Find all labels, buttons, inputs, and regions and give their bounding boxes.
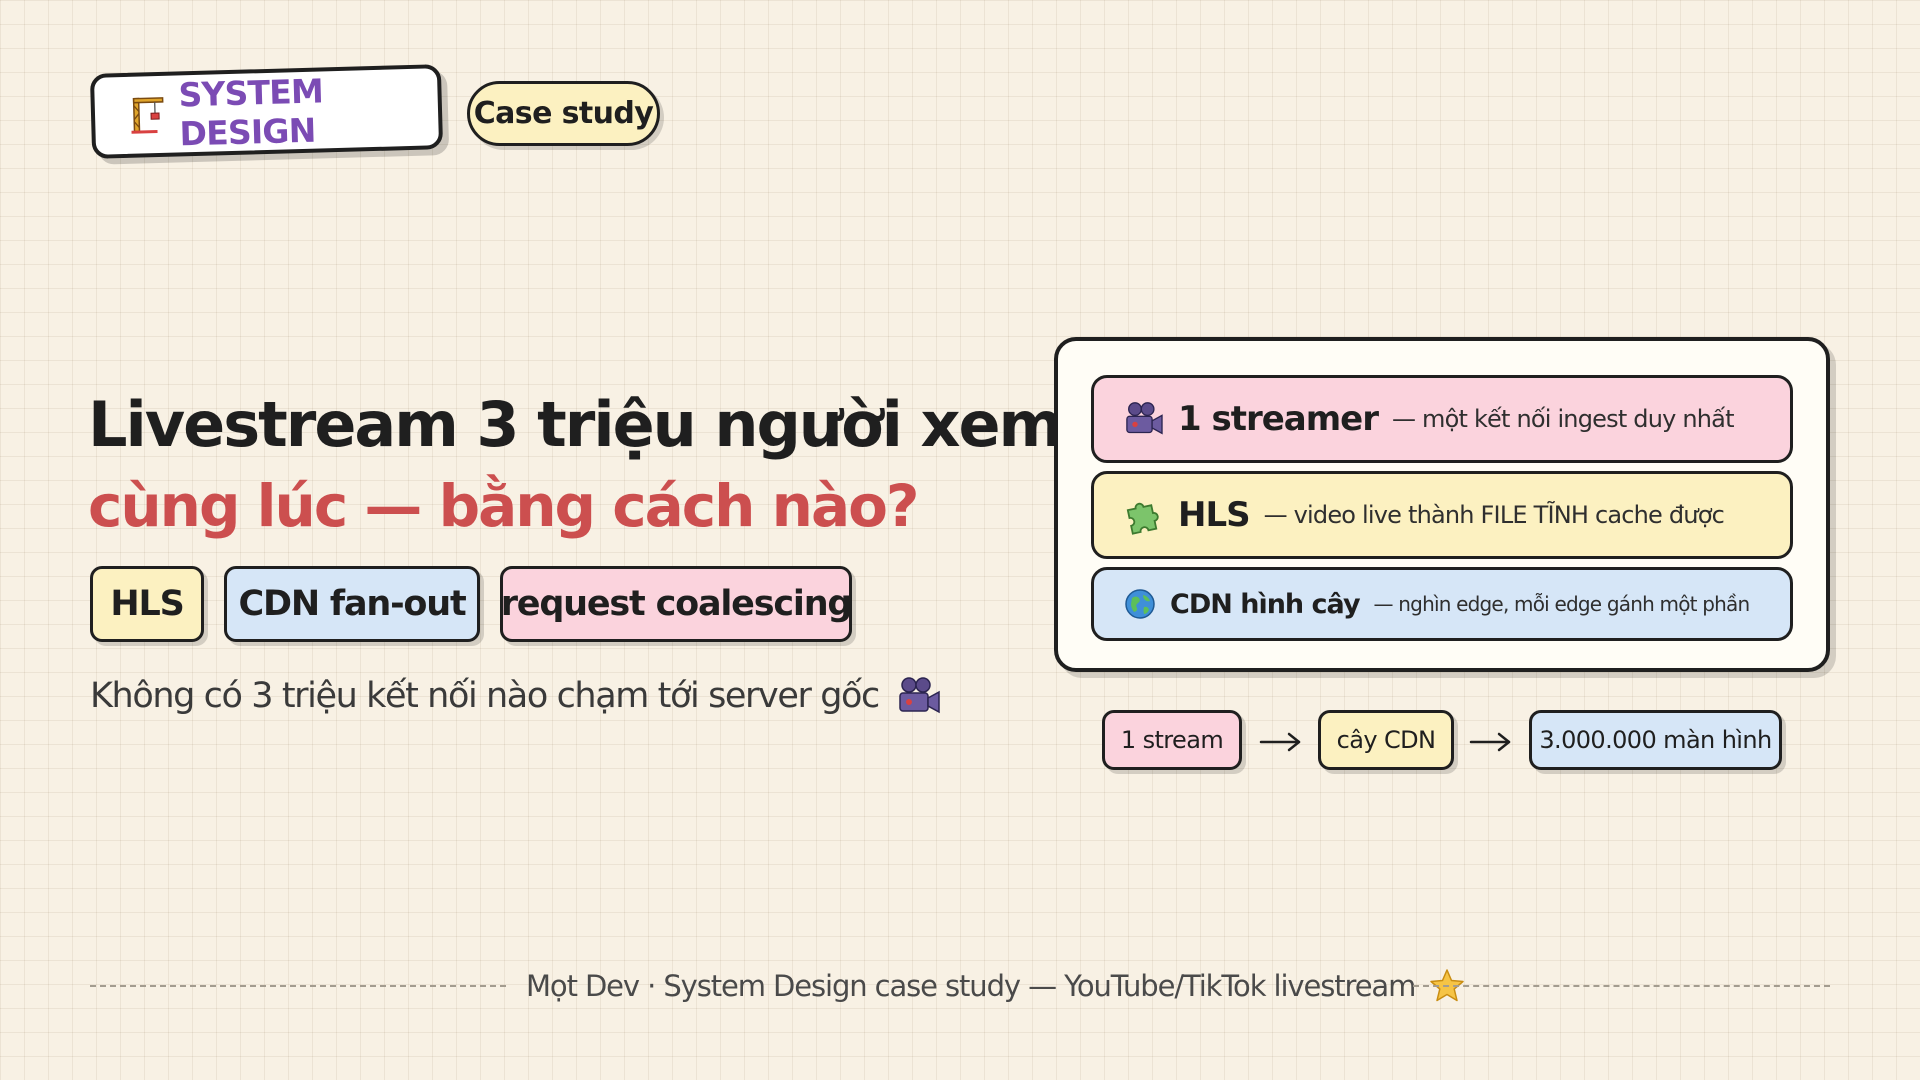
panel-row-cdn-tree: CDN hình cây — nghìn edge, mỗi edge gánh… [1091, 567, 1793, 641]
movie-camera-icon [897, 676, 941, 716]
flow-step-cdn-tree: cây CDN [1318, 710, 1454, 770]
panel-row-note: — một kết nối ingest duy nhất [1392, 405, 1734, 433]
footer-divider-right [1413, 985, 1830, 987]
page-subtitle-accent: cùng lúc — bằng cách nào? [88, 472, 920, 540]
panel-row-key: HLS [1178, 495, 1251, 535]
architecture-summary-panel: 1 streamer — một kết nối ingest duy nhất… [1054, 337, 1830, 672]
panel-row-hls: HLS — video live thành FILE TĨNH cache đ… [1091, 471, 1793, 559]
flow-step-stream: 1 stream [1102, 710, 1242, 770]
hero-tagline: Không có 3 triệu kết nối nào chạm tới se… [90, 676, 941, 716]
hero-tagline-text: Không có 3 triệu kết nối nào chạm tới se… [90, 676, 880, 716]
globe-icon [1124, 588, 1156, 620]
panel-row-key: CDN hình cây [1170, 588, 1361, 620]
footer-divider-left [90, 985, 506, 987]
footer: Mọt Dev · System Design case study — You… [526, 964, 1465, 1008]
panel-row-key: 1 streamer [1178, 399, 1379, 439]
tag-cdn-fan-out: CDN fan-out [224, 566, 480, 642]
page-title: Livestream 3 triệu người xem [88, 388, 1063, 461]
arrow-right-icon [1259, 730, 1303, 754]
crane-icon [128, 94, 167, 135]
case-study-badge: Case study [467, 81, 660, 146]
flow-step-screens: 3.000.000 màn hình [1529, 710, 1782, 770]
arrow-right-icon [1469, 730, 1513, 754]
system-design-badge: SYSTEM DESIGN [89, 64, 444, 159]
movie-camera-icon [1124, 401, 1164, 437]
panel-row-note: — nghìn edge, mỗi edge gánh một phần [1373, 592, 1751, 616]
footer-text: Mọt Dev · System Design case study — You… [526, 969, 1416, 1003]
panel-row-note: — video live thành FILE TĨNH cache được [1263, 501, 1725, 529]
tag-request-coalescing: request coalescing [500, 566, 852, 642]
badge-label: SYSTEM DESIGN [177, 70, 324, 153]
puzzle-icon [1124, 495, 1164, 535]
panel-row-streamer: 1 streamer — một kết nối ingest duy nhất [1091, 375, 1793, 463]
tag-hls: HLS [90, 566, 204, 642]
